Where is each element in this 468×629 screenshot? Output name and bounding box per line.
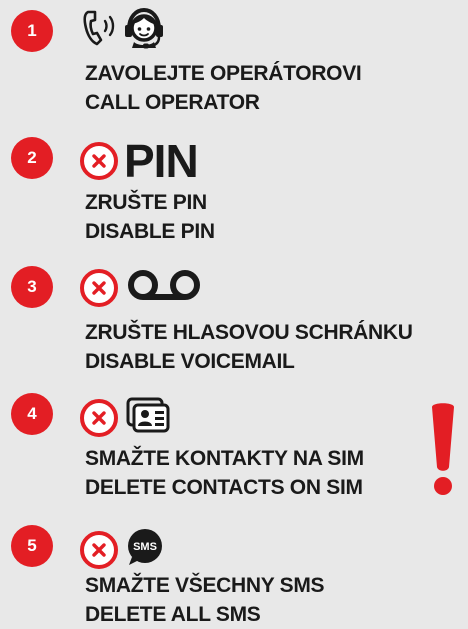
step-2-text: ZRUŠTE PIN DISABLE PIN: [85, 188, 215, 246]
step-5-icons: SMS: [80, 527, 166, 572]
step-number-badge: 2: [11, 137, 53, 179]
instruction-czech: ZRUŠTE PIN: [85, 191, 207, 214]
instruction-english: DISABLE VOICEMAIL: [85, 350, 295, 373]
step-5-text: SMAŽTE VŠECHNY SMS DELETE ALL SMS: [85, 571, 325, 629]
step-number-badge: 3: [11, 266, 53, 308]
step-3-text: ZRUŠTE HLASOVOU SCHRÁNKU DISABLE VOICEMA…: [85, 318, 413, 376]
step-number-badge: 1: [11, 10, 53, 52]
step-4-text: SMAŽTE KONTAKTY NA SIM DELETE CONTACTS O…: [85, 444, 364, 502]
phone-ringing-icon: [80, 6, 120, 55]
instruction-czech: ZAVOLEJTE OPERÁTOROVI: [85, 62, 362, 85]
instruction-czech: ZRUŠTE HLASOVOU SCHRÁNKU: [85, 321, 413, 344]
pin-icon-text: PIN: [124, 135, 199, 187]
step-number-badge: 4: [11, 393, 53, 435]
step-1-icons: [80, 6, 166, 55]
step-2-icons: PIN: [80, 135, 199, 187]
instruction-czech: SMAŽTE VŠECHNY SMS: [85, 574, 325, 597]
cancel-icon: [80, 530, 118, 569]
step-4-icons: [80, 396, 172, 439]
instruction-czech: SMAŽTE KONTAKTY NA SIM: [85, 447, 364, 470]
instruction-english: DELETE CONTACTS ON SIM: [85, 476, 363, 499]
cancel-icon: [80, 268, 118, 307]
instruction-english: DISABLE PIN: [85, 220, 215, 243]
operator-headset-icon: [122, 6, 166, 55]
instruction-english: DELETE ALL SMS: [85, 603, 261, 626]
sms-icon-label: SMS: [133, 541, 157, 553]
exclamation-icon: [426, 401, 460, 502]
step-1-text: ZAVOLEJTE OPERÁTOROVI CALL OPERATOR: [85, 59, 362, 117]
sms-bubble-icon: SMS: [124, 527, 166, 572]
instruction-english: CALL OPERATOR: [85, 91, 260, 114]
step-number-badge: 5: [11, 525, 53, 567]
cancel-icon: [80, 142, 118, 180]
step-3-icons: [80, 268, 204, 307]
contact-cards-icon: [124, 396, 172, 439]
cancel-icon: [80, 398, 118, 437]
voicemail-icon: [124, 268, 204, 307]
